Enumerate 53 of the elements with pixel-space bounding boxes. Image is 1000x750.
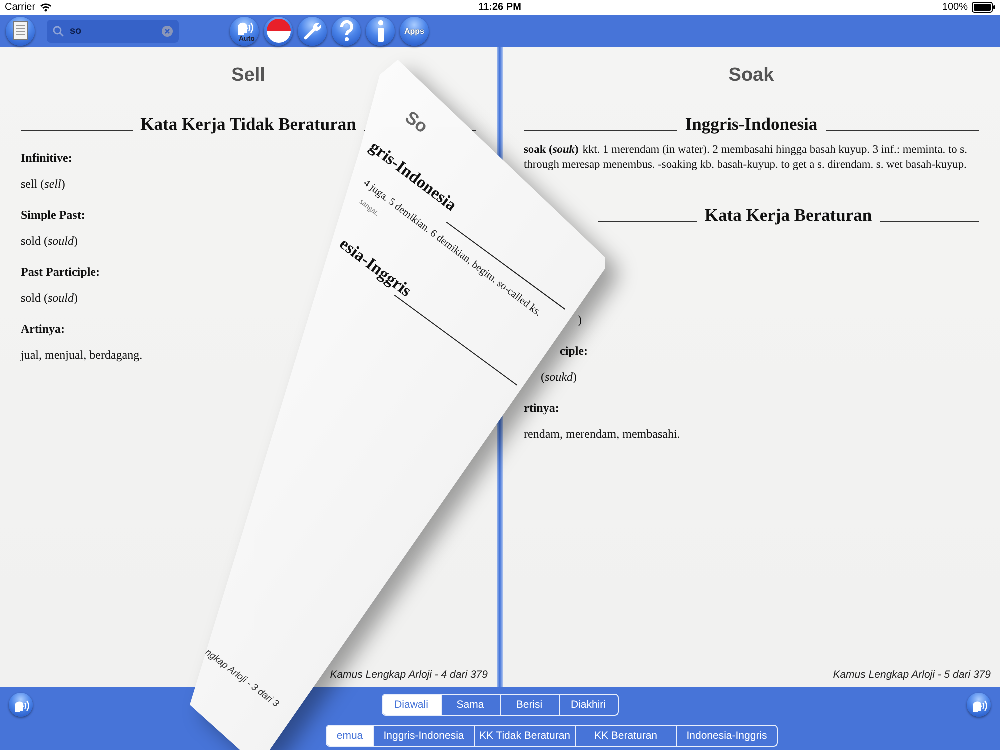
category-tab[interactable]: KK Tidak Beraturan: [474, 726, 575, 746]
field-label: Infinitive:: [21, 150, 72, 166]
dictionary-entry: soak (souk) kkt. 1 merendam (in water). 2 membasahi hingga basah kuyup. 3 inf.: meminta. to s. through meresap menembus. -soaking kb. basah-kuyup. to get a s. direndam. s. wet basah-kuyup.: [524, 143, 968, 173]
info-icon: [376, 20, 386, 42]
category-tab[interactable]: emua: [327, 726, 373, 746]
clear-icon: [162, 26, 173, 36]
field-label: Artinya:: [21, 321, 65, 337]
wifi-icon: [40, 3, 52, 12]
settings-button[interactable]: [298, 16, 327, 46]
field-value: rendam, merendam, membasahi.: [524, 426, 680, 442]
search-field[interactable]: so: [47, 20, 179, 42]
battery-icon: [972, 2, 996, 13]
field-label: ciple:: [560, 343, 588, 359]
page-icon: [12, 21, 28, 41]
speaker-head-icon: [236, 20, 254, 36]
page-footer: Kamus Lengkap Arloji - 5 dari 379: [833, 669, 991, 681]
segment-tab[interactable]: Diakhiri: [558, 695, 618, 715]
flag-icon: [266, 19, 290, 43]
page-title: Sell: [230, 65, 266, 87]
battery-percent: 100%: [942, 2, 968, 13]
clock-time: 11:26 PM: [478, 2, 522, 13]
info-button[interactable]: [366, 16, 395, 46]
category-tab[interactable]: Indonesia-Inggris: [676, 726, 777, 746]
page-button[interactable]: [6, 16, 35, 46]
section-heading: Kata Kerja Tidak Beraturan: [140, 114, 356, 135]
segment-tab[interactable]: Sama: [440, 695, 500, 715]
category-tab[interactable]: Inggris-Indonesia: [373, 726, 474, 746]
field-value: jual, menjual, berdagang.: [21, 347, 143, 363]
flag-button[interactable]: [264, 16, 293, 46]
apps-button[interactable]: Apps: [400, 16, 429, 46]
field-value: (soukd): [541, 369, 577, 385]
field-value: sell (sell): [21, 176, 66, 192]
page-title: Soak: [728, 65, 776, 87]
carrier-label: Carrier: [5, 2, 36, 13]
segment-tab[interactable]: Berisi: [500, 695, 558, 715]
field-label: rtinya:: [524, 400, 560, 416]
field-value: sold (sould): [21, 233, 78, 249]
page-footer: Kamus Lengkap Arloji - 4 dari 379: [330, 669, 488, 681]
category-tab[interactable]: KK Beraturan: [575, 726, 676, 746]
section-heading: Kata Kerja Beraturan: [704, 205, 872, 226]
wrench-icon: [302, 21, 322, 41]
section-heading: Inggris-Indonesia: [685, 114, 818, 135]
speak-button[interactable]: [967, 693, 991, 717]
help-button[interactable]: [332, 16, 361, 46]
search-icon: [53, 26, 64, 36]
field-value: ): [578, 312, 582, 328]
help-icon: [338, 20, 354, 42]
speak-button[interactable]: [9, 693, 33, 717]
field-label: Simple Past:: [21, 207, 86, 223]
field-label: Past Participle:: [21, 264, 100, 280]
field-value: sold (sould): [21, 290, 78, 306]
segment-tab[interactable]: Diawali: [382, 695, 440, 715]
page-title: So: [401, 108, 432, 138]
